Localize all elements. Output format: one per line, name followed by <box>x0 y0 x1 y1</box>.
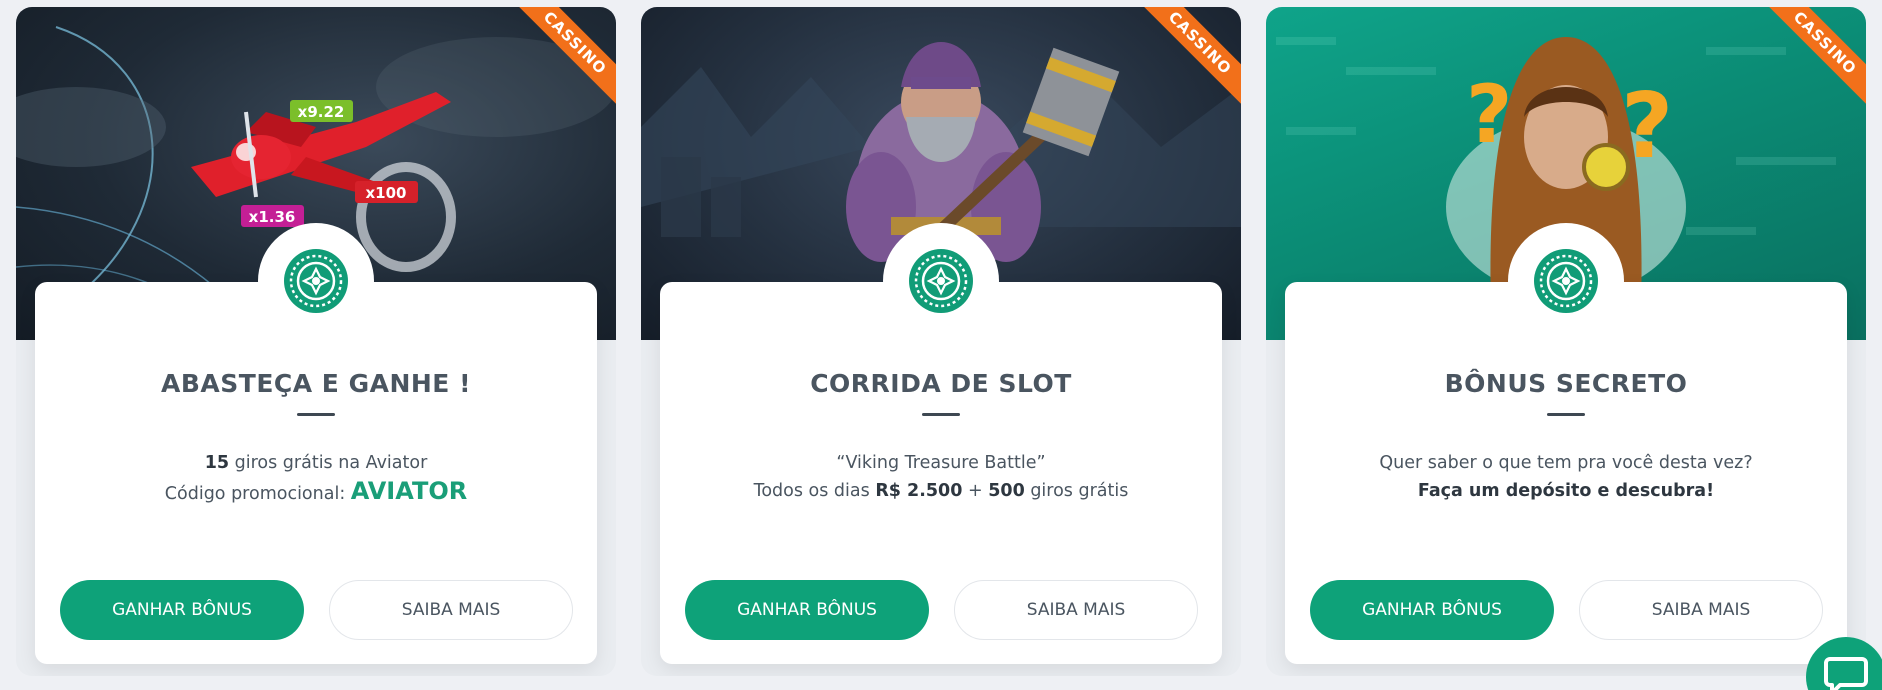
category-ribbon: CASSINO <box>516 7 616 107</box>
question-mark-icon: ? <box>1466 68 1512 161</box>
chat-bubble-icon <box>1824 657 1868 690</box>
promo-panel: ABASTEÇA E GANHE ! 15 giros grátis na Av… <box>35 223 597 664</box>
promo-description: “Viking Treasure Battle” Todos os dias R… <box>660 449 1222 505</box>
free-spins-text: giros grátis <box>1024 481 1129 501</box>
free-spins-count: 15 <box>204 453 230 473</box>
roulette-wheel-icon <box>258 223 374 339</box>
multiplier-text: x9.22 <box>298 103 345 121</box>
promo-title: CORRIDA DE SLOT <box>810 369 1072 398</box>
get-bonus-button[interactable]: GANHAR BÔNUS <box>60 580 304 640</box>
ribbon-label: CASSINO <box>516 7 616 106</box>
learn-more-button[interactable]: SAIBA MAIS <box>1579 580 1823 640</box>
question-mark-icon: ? <box>1621 74 1673 179</box>
roulette-wheel-icon <box>883 223 999 339</box>
learn-more-button[interactable]: SAIBA MAIS <box>329 580 573 640</box>
prize-amount: R$ 2.500 <box>875 481 963 501</box>
promo-panel: CORRIDA DE SLOT “Viking Treasure Battle”… <box>660 223 1222 664</box>
free-spins-text: giros grátis na Aviator <box>229 453 428 473</box>
free-spins-count: 500 <box>988 481 1025 501</box>
get-bonus-button[interactable]: GANHAR BÔNUS <box>685 580 929 640</box>
category-ribbon: CASSINO <box>1766 7 1866 107</box>
category-ribbon: CASSINO <box>1141 7 1241 107</box>
promo-card-slot-race: CASSINO CORRIDA DE SLOT “Viking Treasure… <box>641 7 1241 676</box>
prize-prefix: Todos os dias <box>753 481 876 501</box>
multiplier-text: x1.36 <box>249 208 296 226</box>
promo-code: AVIATOR <box>350 477 468 505</box>
game-name: “Viking Treasure Battle” <box>836 453 1046 473</box>
promotions-grid: x9.22 x100 x1.36 CASSINO ABASTEÇA E GANH… <box>0 0 1882 690</box>
promo-code-label: Código promocional: <box>164 484 351 504</box>
ribbon-label: CASSINO <box>1766 7 1866 106</box>
promo-description: 15 giros grátis na Aviator Código promoc… <box>35 449 597 508</box>
promo-title: ABASTEÇA E GANHE ! <box>161 369 471 398</box>
title-divider <box>297 413 335 416</box>
learn-more-button[interactable]: SAIBA MAIS <box>954 580 1198 640</box>
multiplier-text: x100 <box>366 184 407 202</box>
teaser-text: Quer saber o que tem pra você desta vez? <box>1379 453 1753 473</box>
promo-panel: BÔNUS SECRETO Quer saber o que tem pra v… <box>1285 223 1847 664</box>
title-divider <box>922 413 960 416</box>
get-bonus-button[interactable]: GANHAR BÔNUS <box>1310 580 1554 640</box>
promo-card-aviator: x9.22 x100 x1.36 CASSINO ABASTEÇA E GANH… <box>16 7 616 676</box>
title-divider <box>1547 413 1585 416</box>
ribbon-label: CASSINO <box>1141 7 1241 106</box>
prize-plus: + <box>962 481 989 501</box>
promo-description: Quer saber o que tem pra você desta vez?… <box>1285 449 1847 505</box>
promo-title: BÔNUS SECRETO <box>1444 369 1688 398</box>
promo-card-secret-bonus: ? ? CASSINO BÔNUS SECRETO Quer saber o q… <box>1266 7 1866 676</box>
roulette-wheel-icon <box>1508 223 1624 339</box>
call-to-action-text: Faça um depósito e descubra! <box>1417 481 1715 501</box>
